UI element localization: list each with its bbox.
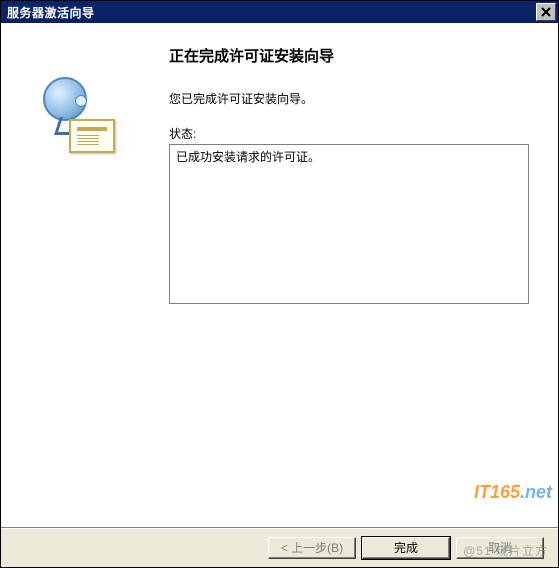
close-button[interactable] [536, 3, 556, 21]
finish-button-label: 完成 [394, 541, 418, 555]
status-text: 已成功安装请求的许可证。 [176, 150, 320, 164]
back-button[interactable]: < 上一步(B) [268, 537, 356, 559]
wizard-icon-column [19, 37, 169, 519]
back-button-label: < 上一步(B) [281, 541, 343, 555]
certificate-icon [69, 119, 115, 153]
wizard-main-column: 正在完成许可证安装向导 您已完成许可证安装向导。 状态: 已成功安装请求的许可证… [169, 37, 540, 519]
button-row: < 上一步(B) 完成 取消 @51 现片立方 [1, 529, 558, 567]
cancel-button[interactable]: 取消 [456, 537, 544, 559]
wizard-content: 正在完成许可证安装向导 您已完成许可证安装向导。 状态: 已成功安装请求的许可证… [1, 23, 558, 529]
satellite-dish-icon [43, 77, 87, 121]
titlebar: 服务器激活向导 [1, 1, 558, 23]
wizard-subtext: 您已完成许可证安装向导。 [169, 90, 534, 107]
wizard-heading: 正在完成许可证安装向导 [169, 45, 534, 66]
status-label: 状态: [169, 125, 534, 142]
window-title: 服务器激活向导 [7, 4, 95, 21]
finish-button[interactable]: 完成 [362, 537, 450, 559]
status-box: 已成功安装请求的许可证。 [169, 144, 529, 304]
cancel-button-label: 取消 [488, 541, 512, 555]
wizard-graphic [39, 77, 119, 157]
close-icon [541, 7, 551, 17]
